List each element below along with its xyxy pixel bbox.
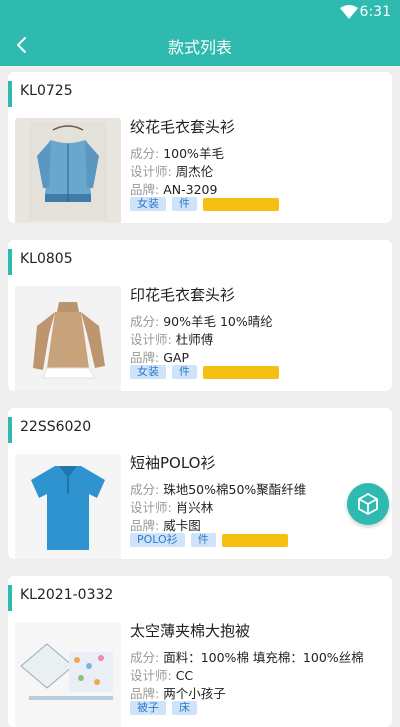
style-card[interactable]: 22SS6020 短袖POLO衫 成分: 珠地50%棉50%聚酯纤维 设计师: …: [8, 408, 392, 559]
blue-polo-image: [15, 454, 121, 559]
card-accent-bar: [8, 417, 12, 443]
style-name: 印花毛衣套头衫: [130, 286, 236, 304]
tag: 被子: [130, 701, 166, 715]
designer-row: 设计师: 周杰伦: [130, 161, 213, 180]
status-bar: 6:31: [0, 0, 400, 24]
style-thumbnail[interactable]: [15, 622, 121, 727]
brand-label: 品牌:: [130, 686, 160, 701]
brand-value: GAP: [163, 350, 189, 365]
style-card[interactable]: KL0725 绞花毛衣套头衫 成分: 100%羊毛 设计师: 周杰伦 品牌: A…: [8, 72, 392, 223]
style-name: 绞花毛衣套头衫: [130, 118, 236, 136]
designer-row: 设计师: 肖兴林: [130, 497, 213, 516]
tag: 件: [190, 533, 216, 547]
tag: POLO衫: [130, 533, 185, 547]
top-app-bar: 款式列表: [0, 24, 400, 66]
cube-icon: [358, 493, 378, 515]
brand-row: 品牌: 两个小孩子: [130, 683, 226, 702]
style-card[interactable]: KL2021-0332 太空薄夹棉大抱被 成分: 面料：100%棉 填充棉：10…: [8, 576, 392, 727]
tag: 女装: [130, 365, 166, 379]
designer-value: CC: [175, 668, 194, 683]
designer-value: 杜师傅: [175, 332, 214, 347]
cube-fab-button[interactable]: [347, 483, 389, 525]
yellow-status-bar: [221, 533, 288, 547]
tag-row: 女装 件: [130, 197, 279, 211]
status-time: 6:31: [359, 4, 391, 20]
designer-label: 设计师:: [130, 164, 172, 179]
brand-value: 威卡图: [163, 518, 201, 533]
brand-row: 品牌: GAP: [130, 347, 189, 366]
style-thumbnail[interactable]: [15, 454, 121, 559]
composition-value: 面料：100%棉 填充棉：100%丝棉: [163, 650, 364, 665]
brand-label: 品牌:: [130, 518, 160, 533]
brand-row: 品牌: 威卡图: [130, 515, 201, 534]
tag-row: 被子 床: [130, 701, 197, 715]
card-accent-bar: [8, 249, 12, 275]
composition-row: 成分: 100%羊毛: [130, 143, 224, 162]
tag-row: POLO衫 件: [130, 533, 288, 547]
tag-row: 女装 件: [130, 365, 279, 379]
brand-label: 品牌:: [130, 350, 160, 365]
baby-quilt-image: [15, 622, 121, 727]
beige-sweater-image: [15, 286, 121, 391]
composition-value: 100%羊毛: [163, 146, 224, 161]
style-thumbnail[interactable]: [15, 286, 121, 391]
brand-label: 品牌:: [130, 182, 160, 197]
brand-value: 两个小孩子: [163, 686, 226, 701]
designer-value: 肖兴林: [175, 500, 214, 515]
composition-label: 成分:: [130, 650, 160, 665]
composition-value: 90%羊毛 10%晴纶: [163, 314, 273, 329]
designer-label: 设计师:: [130, 500, 172, 515]
designer-label: 设计师:: [130, 332, 172, 347]
page-title: 款式列表: [167, 38, 232, 57]
composition-label: 成分:: [130, 314, 160, 329]
composition-row: 成分: 90%羊毛 10%晴纶: [130, 311, 273, 330]
style-code: 22SS6020: [20, 419, 92, 435]
yellow-status-bar: [203, 197, 279, 211]
composition-label: 成分:: [130, 482, 160, 497]
composition-row: 成分: 珠地50%棉50%聚酯纤维: [130, 479, 306, 498]
designer-value: 周杰伦: [175, 164, 214, 179]
brand-row: 品牌: AN-3209: [130, 179, 217, 198]
tag: 床: [172, 701, 197, 715]
wifi-icon: [340, 5, 358, 19]
style-name: 短袖POLO衫: [130, 454, 216, 472]
style-code: KL2021-0332: [20, 587, 114, 603]
tag: 件: [172, 197, 197, 211]
style-thumbnail[interactable]: [15, 118, 121, 223]
designer-row: 设计师: CC: [130, 665, 193, 684]
blue-cardigan-image: [15, 118, 121, 223]
tag: 女装: [130, 197, 166, 211]
designer-label: 设计师:: [130, 668, 172, 683]
card-accent-bar: [8, 81, 12, 107]
style-card[interactable]: KL0805 印花毛衣套头衫 成分: 90%羊毛 10%晴纶 设计师: 杜师傅 …: [8, 240, 392, 391]
composition-label: 成分:: [130, 146, 160, 161]
yellow-status-bar: [203, 365, 279, 379]
brand-value: AN-3209: [163, 182, 218, 197]
style-code: KL0725: [20, 83, 73, 99]
tag: 件: [172, 365, 197, 379]
card-accent-bar: [8, 585, 12, 611]
style-name: 太空薄夹棉大抱被: [130, 622, 251, 640]
style-code: KL0805: [20, 251, 73, 267]
composition-row: 成分: 面料：100%棉 填充棉：100%丝棉: [130, 647, 364, 666]
designer-row: 设计师: 杜师傅: [130, 329, 213, 348]
composition-value: 珠地50%棉50%聚酯纤维: [163, 482, 307, 497]
